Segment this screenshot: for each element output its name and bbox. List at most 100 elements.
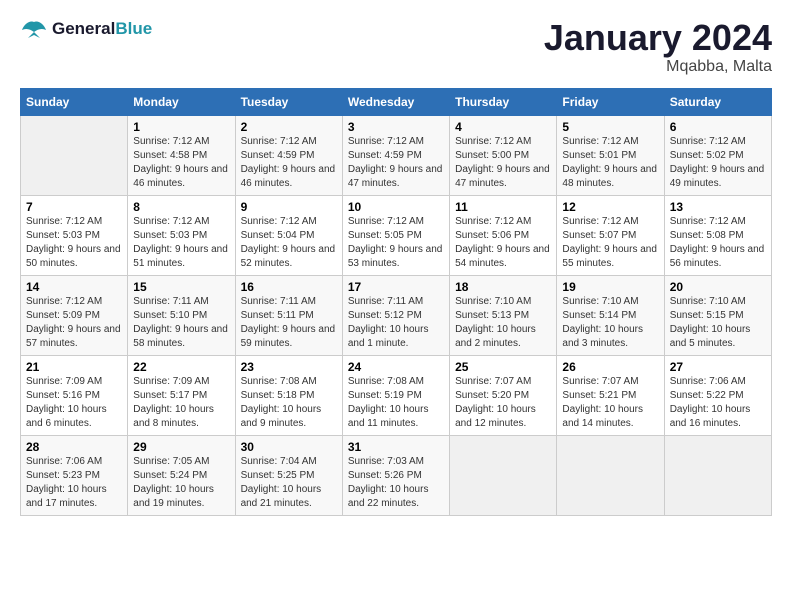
daylight-text: Daylight: 10 hours and 17 minutes. <box>26 484 107 509</box>
sunset-text: Sunset: 5:08 PM <box>670 230 744 241</box>
logo-icon <box>20 18 48 40</box>
calendar-cell: 22 Sunrise: 7:09 AM Sunset: 5:17 PM Dayl… <box>128 355 235 435</box>
calendar-cell: 4 Sunrise: 7:12 AM Sunset: 5:00 PM Dayli… <box>450 115 557 195</box>
day-info: Sunrise: 7:07 AM Sunset: 5:21 PM Dayligh… <box>562 375 658 431</box>
calendar-cell: 25 Sunrise: 7:07 AM Sunset: 5:20 PM Dayl… <box>450 355 557 435</box>
sunrise-text: Sunrise: 7:12 AM <box>670 136 746 147</box>
daylight-text: Daylight: 10 hours and 11 minutes. <box>348 404 429 429</box>
calendar-cell: 12 Sunrise: 7:12 AM Sunset: 5:07 PM Dayl… <box>557 195 664 275</box>
sunrise-text: Sunrise: 7:06 AM <box>26 456 102 467</box>
sunset-text: Sunset: 4:58 PM <box>133 150 207 161</box>
sunset-text: Sunset: 5:07 PM <box>562 230 636 241</box>
calendar-cell: 26 Sunrise: 7:07 AM Sunset: 5:21 PM Dayl… <box>557 355 664 435</box>
sunset-text: Sunset: 5:21 PM <box>562 390 636 401</box>
sunset-text: Sunset: 5:02 PM <box>670 150 744 161</box>
sunrise-text: Sunrise: 7:10 AM <box>670 296 746 307</box>
sunset-text: Sunset: 4:59 PM <box>348 150 422 161</box>
sunset-text: Sunset: 5:11 PM <box>241 310 314 321</box>
calendar-cell: 9 Sunrise: 7:12 AM Sunset: 5:04 PM Dayli… <box>235 195 342 275</box>
calendar-cell <box>450 435 557 515</box>
daylight-text: Daylight: 10 hours and 2 minutes. <box>455 324 536 349</box>
day-info: Sunrise: 7:10 AM Sunset: 5:15 PM Dayligh… <box>670 295 766 351</box>
calendar-cell: 24 Sunrise: 7:08 AM Sunset: 5:19 PM Dayl… <box>342 355 449 435</box>
sunset-text: Sunset: 5:03 PM <box>26 230 100 241</box>
calendar-cell: 14 Sunrise: 7:12 AM Sunset: 5:09 PM Dayl… <box>21 275 128 355</box>
calendar-cell: 17 Sunrise: 7:11 AM Sunset: 5:12 PM Dayl… <box>342 275 449 355</box>
header: GeneralBlue January 2024 Mqabba, Malta <box>20 18 772 76</box>
logo-blue: Blue <box>115 19 152 38</box>
day-number: 18 <box>455 280 551 294</box>
daylight-text: Daylight: 9 hours and 51 minutes. <box>133 244 228 269</box>
col-friday: Friday <box>557 88 664 115</box>
header-row: Sunday Monday Tuesday Wednesday Thursday… <box>21 88 772 115</box>
calendar-cell: 23 Sunrise: 7:08 AM Sunset: 5:18 PM Dayl… <box>235 355 342 435</box>
daylight-text: Daylight: 9 hours and 56 minutes. <box>670 244 765 269</box>
day-number: 22 <box>133 360 229 374</box>
calendar-cell: 27 Sunrise: 7:06 AM Sunset: 5:22 PM Dayl… <box>664 355 771 435</box>
day-info: Sunrise: 7:09 AM Sunset: 5:16 PM Dayligh… <box>26 375 122 431</box>
daylight-text: Daylight: 10 hours and 9 minutes. <box>241 404 322 429</box>
day-number: 10 <box>348 200 444 214</box>
day-info: Sunrise: 7:11 AM Sunset: 5:12 PM Dayligh… <box>348 295 444 351</box>
sunset-text: Sunset: 5:14 PM <box>562 310 636 321</box>
day-info: Sunrise: 7:12 AM Sunset: 5:03 PM Dayligh… <box>26 215 122 271</box>
daylight-text: Daylight: 9 hours and 49 minutes. <box>670 164 765 189</box>
day-number: 26 <box>562 360 658 374</box>
sunrise-text: Sunrise: 7:06 AM <box>670 376 746 387</box>
day-info: Sunrise: 7:12 AM Sunset: 5:03 PM Dayligh… <box>133 215 229 271</box>
sunrise-text: Sunrise: 7:12 AM <box>455 216 531 227</box>
day-info: Sunrise: 7:12 AM Sunset: 5:09 PM Dayligh… <box>26 295 122 351</box>
calendar-cell: 31 Sunrise: 7:03 AM Sunset: 5:26 PM Dayl… <box>342 435 449 515</box>
day-info: Sunrise: 7:12 AM Sunset: 5:05 PM Dayligh… <box>348 215 444 271</box>
sunrise-text: Sunrise: 7:11 AM <box>241 296 316 307</box>
col-wednesday: Wednesday <box>342 88 449 115</box>
day-number: 21 <box>26 360 122 374</box>
col-sunday: Sunday <box>21 88 128 115</box>
daylight-text: Daylight: 9 hours and 47 minutes. <box>455 164 550 189</box>
calendar-cell: 3 Sunrise: 7:12 AM Sunset: 4:59 PM Dayli… <box>342 115 449 195</box>
sunrise-text: Sunrise: 7:12 AM <box>26 216 102 227</box>
day-number: 11 <box>455 200 551 214</box>
day-number: 27 <box>670 360 766 374</box>
day-info: Sunrise: 7:06 AM Sunset: 5:23 PM Dayligh… <box>26 455 122 511</box>
calendar-cell: 18 Sunrise: 7:10 AM Sunset: 5:13 PM Dayl… <box>450 275 557 355</box>
daylight-text: Daylight: 9 hours and 46 minutes. <box>241 164 336 189</box>
calendar-cell <box>557 435 664 515</box>
daylight-text: Daylight: 10 hours and 16 minutes. <box>670 404 751 429</box>
sunrise-text: Sunrise: 7:11 AM <box>348 296 423 307</box>
day-info: Sunrise: 7:12 AM Sunset: 5:08 PM Dayligh… <box>670 215 766 271</box>
sunrise-text: Sunrise: 7:12 AM <box>562 136 638 147</box>
sunset-text: Sunset: 5:22 PM <box>670 390 744 401</box>
daylight-text: Daylight: 10 hours and 12 minutes. <box>455 404 536 429</box>
sunrise-text: Sunrise: 7:07 AM <box>455 376 531 387</box>
day-info: Sunrise: 7:06 AM Sunset: 5:22 PM Dayligh… <box>670 375 766 431</box>
calendar-cell: 10 Sunrise: 7:12 AM Sunset: 5:05 PM Dayl… <box>342 195 449 275</box>
day-info: Sunrise: 7:03 AM Sunset: 5:26 PM Dayligh… <box>348 455 444 511</box>
sunset-text: Sunset: 5:19 PM <box>348 390 422 401</box>
calendar-cell: 19 Sunrise: 7:10 AM Sunset: 5:14 PM Dayl… <box>557 275 664 355</box>
sunrise-text: Sunrise: 7:12 AM <box>348 136 424 147</box>
sunrise-text: Sunrise: 7:12 AM <box>26 296 102 307</box>
daylight-text: Daylight: 10 hours and 8 minutes. <box>133 404 214 429</box>
day-info: Sunrise: 7:12 AM Sunset: 5:02 PM Dayligh… <box>670 135 766 191</box>
location: Mqabba, Malta <box>544 58 772 76</box>
sunset-text: Sunset: 5:05 PM <box>348 230 422 241</box>
sunset-text: Sunset: 5:26 PM <box>348 470 422 481</box>
day-info: Sunrise: 7:07 AM Sunset: 5:20 PM Dayligh… <box>455 375 551 431</box>
day-number: 8 <box>133 200 229 214</box>
month-title: January 2024 <box>544 18 772 58</box>
day-info: Sunrise: 7:10 AM Sunset: 5:13 PM Dayligh… <box>455 295 551 351</box>
daylight-text: Daylight: 9 hours and 59 minutes. <box>241 324 336 349</box>
sunset-text: Sunset: 5:23 PM <box>26 470 100 481</box>
calendar-table: Sunday Monday Tuesday Wednesday Thursday… <box>20 88 772 516</box>
calendar-cell: 28 Sunrise: 7:06 AM Sunset: 5:23 PM Dayl… <box>21 435 128 515</box>
day-number: 6 <box>670 120 766 134</box>
sunrise-text: Sunrise: 7:09 AM <box>133 376 209 387</box>
logo-general: General <box>52 19 115 38</box>
sunset-text: Sunset: 5:13 PM <box>455 310 529 321</box>
daylight-text: Daylight: 10 hours and 21 minutes. <box>241 484 322 509</box>
day-info: Sunrise: 7:05 AM Sunset: 5:24 PM Dayligh… <box>133 455 229 511</box>
calendar-cell: 8 Sunrise: 7:12 AM Sunset: 5:03 PM Dayli… <box>128 195 235 275</box>
day-info: Sunrise: 7:11 AM Sunset: 5:10 PM Dayligh… <box>133 295 229 351</box>
day-info: Sunrise: 7:12 AM Sunset: 5:00 PM Dayligh… <box>455 135 551 191</box>
